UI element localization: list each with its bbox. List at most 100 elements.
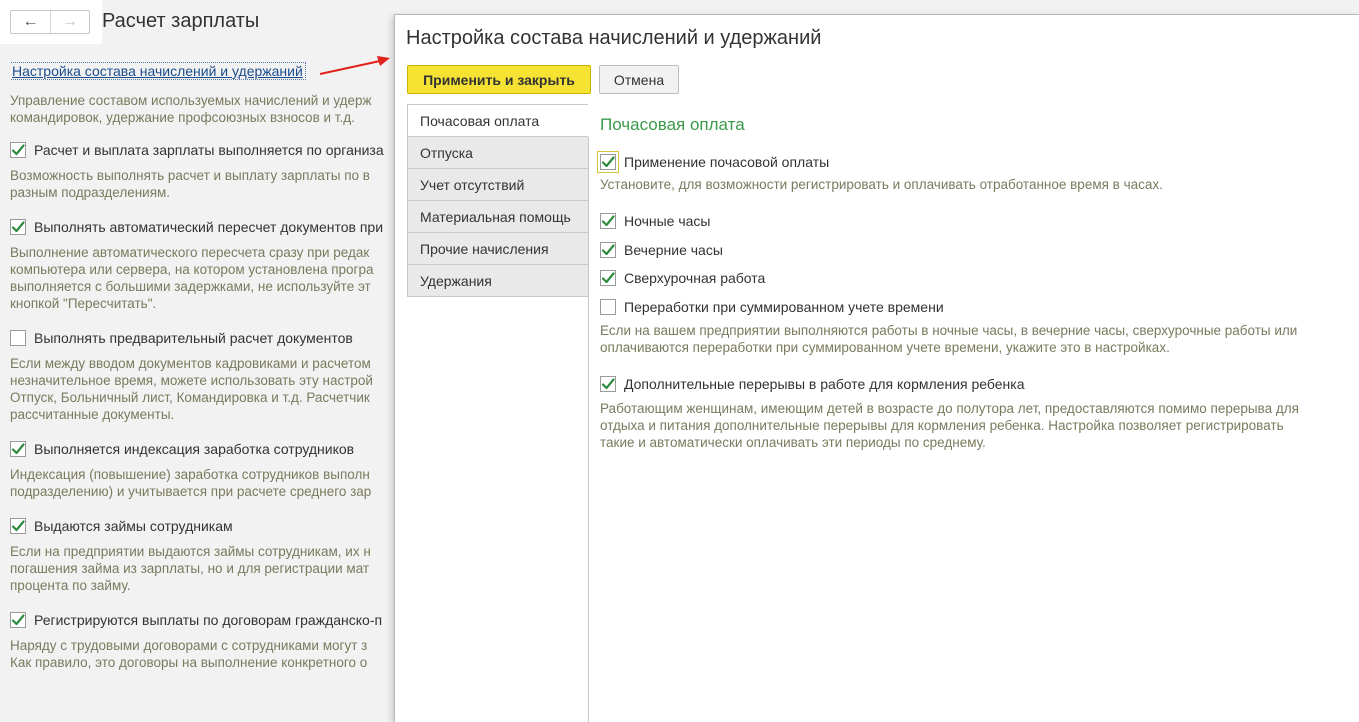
setting-description: Если на предприятии выдаются займы сотру… (10, 543, 393, 594)
description-line: незначительное время, можете использоват… (10, 373, 373, 388)
setting-label: Регистрируются выплаты по договорам граж… (34, 612, 383, 628)
arrow-left-icon: ← (22, 13, 39, 30)
description-line: кнопкой "Пересчитать". (10, 296, 157, 311)
checkbox[interactable] (597, 151, 619, 173)
tab-2[interactable]: Отпуска (407, 137, 589, 169)
checkbox[interactable] (600, 270, 616, 286)
description-line: Если между вводом документов кадровиками… (10, 356, 371, 371)
background-settings: Настройка состава начислений и удержаний… (10, 62, 393, 722)
option-label: Сверхурочная работа (624, 270, 766, 286)
description-line: Индексация (повышение) заработка сотрудн… (10, 467, 370, 482)
checkbox[interactable] (10, 219, 26, 235)
option-label: Дополнительные перерывы в работе для кор… (624, 375, 1025, 392)
option-row[interactable]: Переработки при суммированном учете врем… (600, 297, 1355, 317)
checkbox[interactable] (600, 298, 616, 315)
setting-description: Выполнение автоматического пересчета сра… (10, 244, 393, 312)
settings-link[interactable]: Настройка состава начислений и удержаний (10, 62, 306, 80)
setting-description: Возможность выполнять расчет и выплату з… (10, 167, 393, 201)
checkmark-icon (11, 144, 25, 156)
tab-panel-hourly: Почасовая оплата Применение почасовой оп… (597, 115, 1355, 451)
description-line: подразделению) и учитывается при расчете… (10, 484, 372, 499)
arrow-right-icon: → (61, 13, 78, 30)
checkbox[interactable] (10, 612, 26, 628)
setting-description: Если между вводом документов кадровиками… (10, 355, 393, 423)
setting-description: Индексация (повышение) заработка сотрудн… (10, 466, 393, 500)
forward-button[interactable]: → (49, 11, 89, 33)
description-line: процента по займу. (10, 578, 131, 593)
tab-label: Почасовая оплата (420, 112, 540, 129)
setting-label: Выдаются займы сотрудникам (34, 518, 233, 534)
tab-1[interactable]: Почасовая оплата (407, 104, 589, 137)
setting-row[interactable]: Выдаются займы сотрудникам (10, 516, 393, 536)
tab-divider-gap (588, 104, 589, 137)
setting-description: Наряду с трудовыми договорами с сотрудни… (10, 637, 393, 671)
checkbox[interactable] (10, 142, 26, 158)
tab-4[interactable]: Материальная помощь (407, 201, 589, 233)
option-row[interactable]: Вечерние часы (600, 240, 1355, 260)
option-row[interactable]: Сверхурочная работа (600, 268, 1355, 288)
tab-label: Прочие начисления (420, 240, 549, 257)
description-line: Как правило, это договоры на выполнение … (10, 655, 368, 670)
option-label: Переработки при суммированном учете врем… (624, 298, 944, 315)
description-line: разным подразделениям. (10, 185, 171, 200)
checkbox[interactable] (600, 241, 616, 258)
checkmark-icon (601, 377, 615, 389)
checkmark-icon (11, 221, 25, 233)
checkmark-icon (601, 156, 615, 168)
checkmark-icon (601, 272, 615, 284)
setting-label: Расчет и выплата зарплаты выполняется по… (34, 142, 384, 158)
option-hourly-pay[interactable]: Применение почасовой оплаты (597, 151, 1355, 173)
setting-row[interactable]: Расчет и выплата зарплаты выполняется по… (10, 140, 393, 160)
tab-3[interactable]: Учет отсутствий (407, 169, 589, 201)
setting-row[interactable]: Выполнять предварительный расчет докумен… (10, 328, 393, 348)
checkbox[interactable] (10, 518, 26, 534)
checkbox[interactable] (600, 375, 616, 392)
back-button[interactable]: ← (11, 11, 50, 33)
description-line: Выполнение автоматического пересчета сра… (10, 245, 370, 260)
panel-title: Почасовая оплата (600, 115, 745, 134)
setting-row[interactable]: Выполнять автоматический пересчет докуме… (10, 217, 393, 237)
tab-label: Учет отсутствий (420, 176, 525, 193)
settings-dialog: Настройка состава начислений и удержаний… (394, 14, 1359, 722)
dialog-title: Настройка состава начислений и удержаний (406, 27, 822, 49)
checkbox[interactable] (10, 330, 26, 346)
description-line: Наряду с трудовыми договорами с сотрудни… (10, 638, 368, 653)
setting-row[interactable]: Регистрируются выплаты по договорам граж… (10, 610, 393, 630)
link-description: Управление составом используемых начисле… (10, 93, 372, 125)
tab-list: Почасовая оплата Отпуска Учет отсутствий Ма… (407, 104, 589, 297)
option-label: Ночные часы (624, 213, 711, 229)
setting-row[interactable]: Выполняется индексация заработка сотрудн… (10, 439, 393, 459)
tab-divider (588, 104, 589, 722)
apply-and-close-button[interactable]: Применить и закрыть (407, 65, 591, 94)
tab-5[interactable]: Прочие начисления (407, 233, 589, 265)
description-line: погашения займа из зарплаты, но и для ре… (10, 561, 370, 576)
option-label: Применение почасовой оплаты (624, 154, 830, 170)
option-feeding-breaks[interactable]: Дополнительные перерывы в работе для кор… (600, 374, 1355, 394)
setting-label: Выполнять предварительный расчет докумен… (34, 330, 353, 346)
feeding-description: Работающим женщинам, имеющим детей в воз… (600, 400, 1299, 450)
cancel-button[interactable]: Отмена (599, 65, 679, 94)
checkmark-icon (11, 520, 25, 532)
tab-6[interactable]: Удержания (407, 265, 589, 297)
checkbox[interactable] (10, 441, 26, 457)
option-row[interactable]: Ночные часы (600, 211, 1355, 231)
tab-label: Удержания (420, 272, 492, 289)
checkmark-icon (601, 243, 615, 255)
description-line: Если на предприятии выдаются займы сотру… (10, 544, 371, 559)
checkbox[interactable] (600, 213, 616, 229)
red-arrow-annotation (319, 56, 390, 75)
navigation-buttons: ← → (10, 10, 90, 34)
options-description: Если на вашем предприятии выполняются ра… (600, 322, 1298, 355)
checkmark-icon (11, 614, 25, 626)
